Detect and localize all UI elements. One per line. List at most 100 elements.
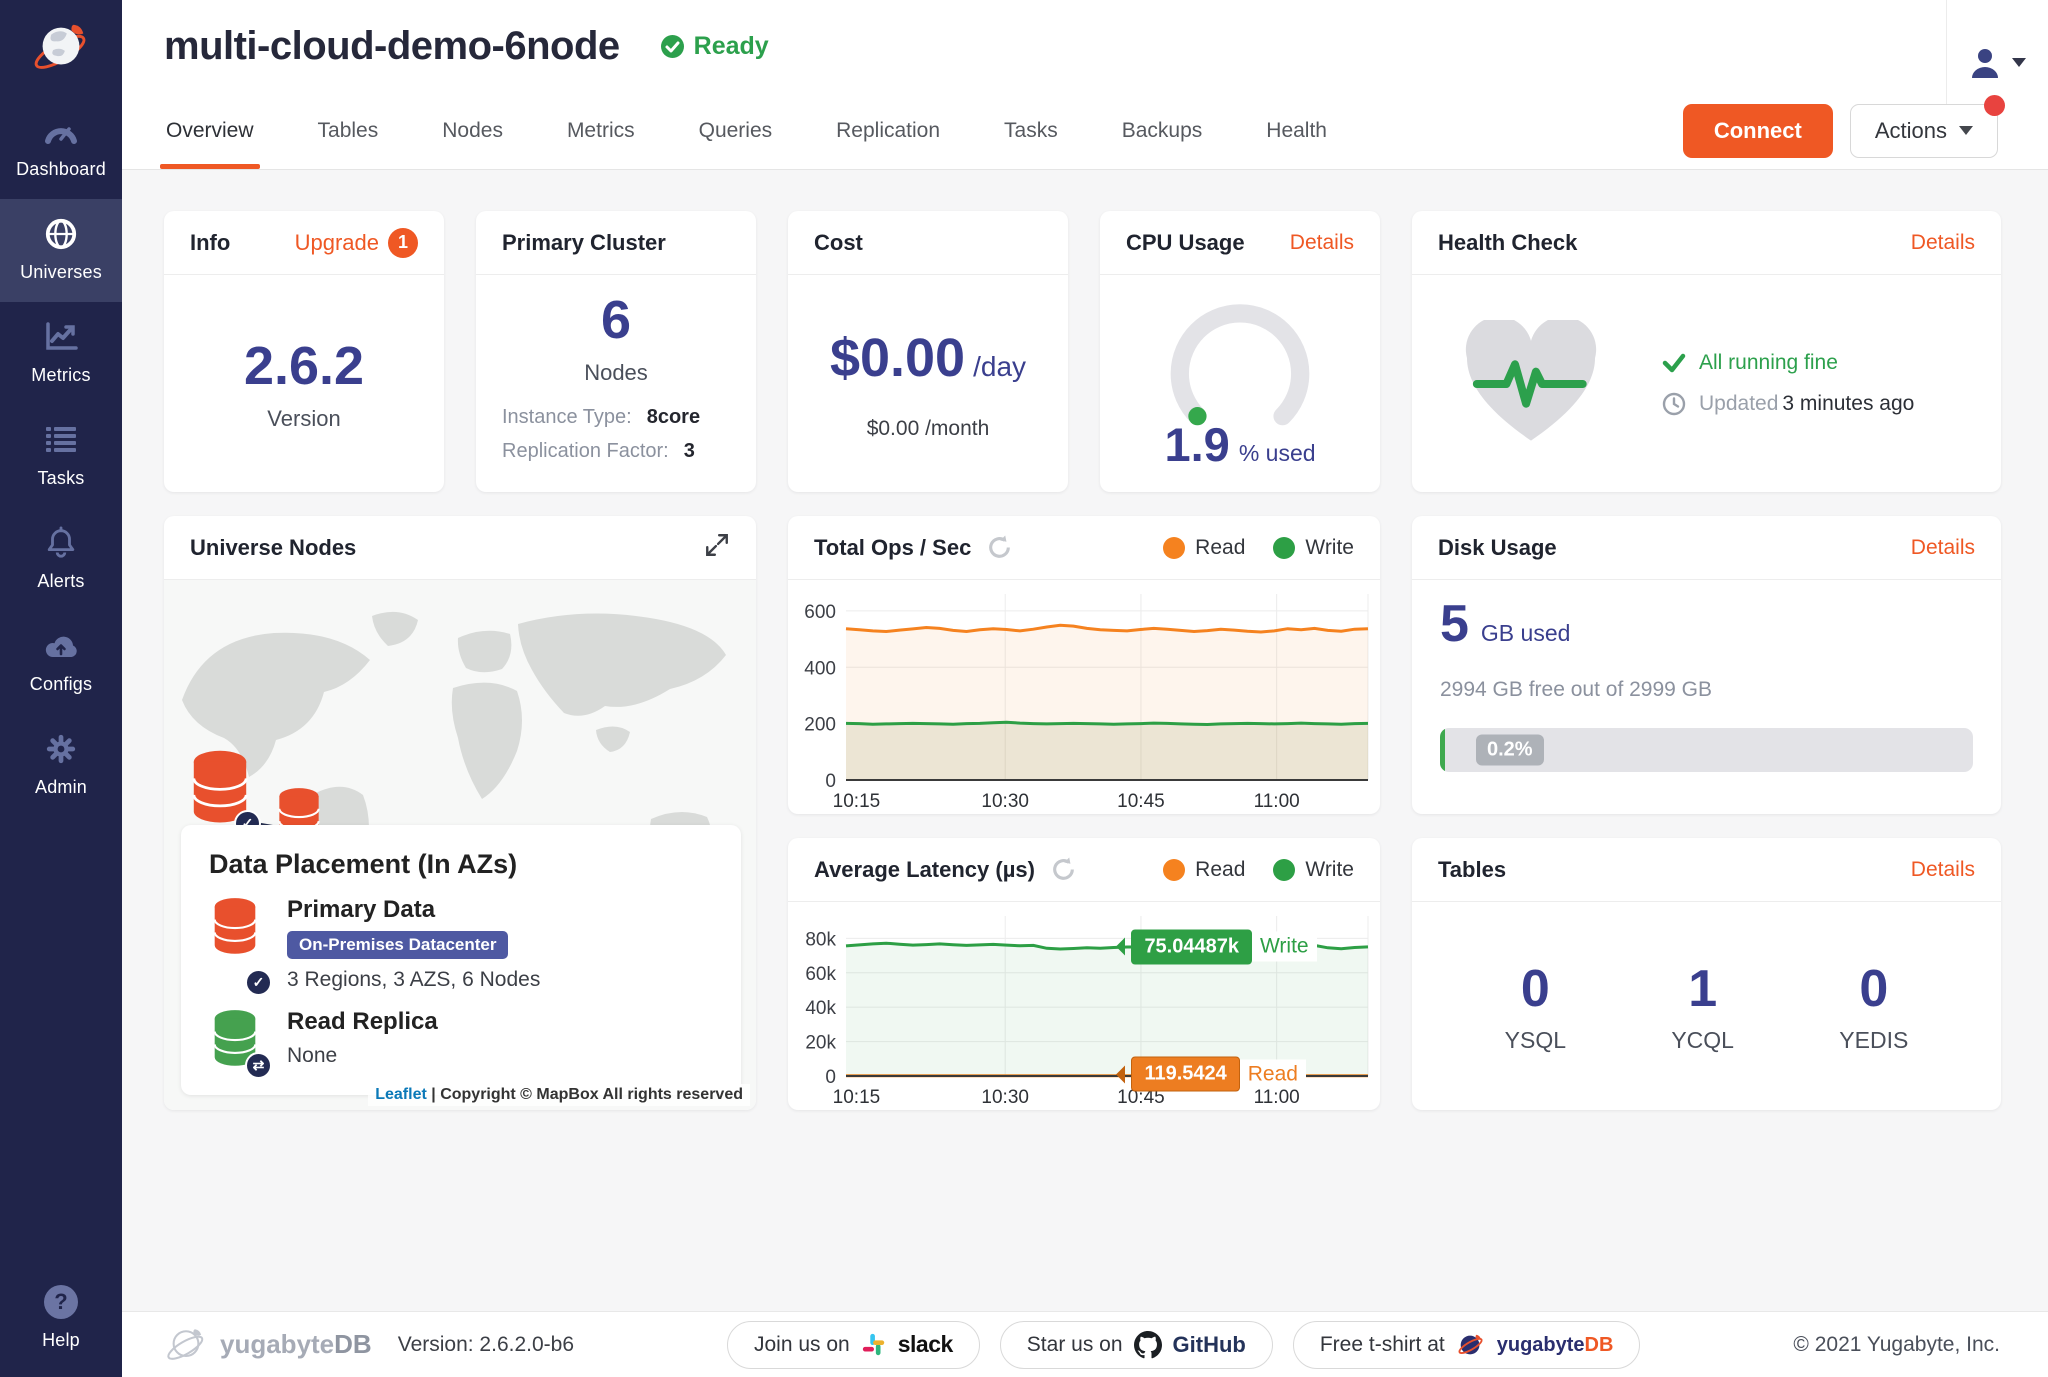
version-value: 2.6.2: [244, 335, 364, 397]
write-dot-icon: [1273, 859, 1295, 881]
universe-nodes-card: Universe Nodes: [164, 516, 756, 1110]
actions-label: Actions: [1875, 118, 1947, 144]
svg-text:20k: 20k: [805, 1033, 836, 1054]
svg-text:11:00: 11:00: [1254, 791, 1300, 812]
cost-per-month: $0.00 /month: [867, 417, 990, 441]
sidebar-item-admin[interactable]: Admin: [0, 714, 122, 817]
svg-text:11:00: 11:00: [1254, 1087, 1300, 1108]
main-area: multi-cloud-demo-6node Ready Overview Ta…: [122, 0, 2048, 1377]
svg-text:0: 0: [825, 1067, 836, 1088]
connect-button[interactable]: Connect: [1683, 104, 1833, 158]
cpu-unit: % used: [1239, 440, 1316, 466]
primary-data-info: 3 Regions, 3 AZS, 6 Nodes: [287, 968, 540, 992]
tab-nodes[interactable]: Nodes: [442, 92, 503, 169]
cpu-details-link[interactable]: Details: [1290, 231, 1354, 255]
leaflet-link[interactable]: Leaflet: [375, 1086, 427, 1103]
ycql-count: 1 YCQL: [1671, 959, 1734, 1054]
task-list-icon: [44, 422, 78, 458]
cloud-upload-icon: [42, 628, 80, 664]
updated-label: Updated: [1699, 392, 1778, 415]
sidebar-item-label: Alerts: [37, 571, 84, 592]
upgrade-link[interactable]: Upgrade 1: [295, 228, 418, 258]
node-marker-primary: ✓: [186, 748, 254, 833]
cost-per-day: $0.00: [830, 328, 965, 388]
disk-progress-fill: [1440, 728, 1445, 772]
card-title: Average Latency (µs): [814, 857, 1035, 883]
total-ops-chart: 020040060010:1510:3010:4511:00: [788, 580, 1380, 814]
clock-icon: [1662, 392, 1686, 416]
expand-icon[interactable]: [704, 532, 730, 563]
line-chart-icon: [43, 319, 79, 355]
tab-backups[interactable]: Backups: [1122, 92, 1203, 169]
sidebar-item-label: Universes: [20, 262, 102, 283]
health-details-link[interactable]: Details: [1911, 231, 1975, 255]
upgrade-label: Upgrade: [295, 230, 379, 256]
svg-text:10:15: 10:15: [833, 791, 881, 812]
planet-rocket-logo-icon: [30, 17, 92, 79]
updated-value: 3 minutes ago: [1782, 392, 1914, 415]
disk-usage-card: Disk Usage Details 5GB used 2994 GB free…: [1412, 516, 2001, 814]
tshirt-button[interactable]: Free t-shirt at yugabyteDB: [1293, 1321, 1641, 1369]
disk-details-link[interactable]: Details: [1911, 536, 1975, 560]
header-actions: Connect Actions: [1683, 104, 1998, 158]
cpu-value: 1.9% used: [1100, 417, 1380, 472]
yedis-count: 0 YEDIS: [1839, 959, 1908, 1054]
replication-factor-row: Replication Factor: 3: [502, 440, 730, 463]
datacenter-badge: On-Premises Datacenter: [287, 931, 508, 959]
cost-card: Cost $0.00/day $0.00 /month: [788, 211, 1068, 492]
sidebar-item-configs[interactable]: Configs: [0, 611, 122, 714]
tab-overview[interactable]: Overview: [166, 92, 254, 169]
app-root: Dashboard Universes Metrics Tasks Alerts: [0, 0, 2048, 1377]
read-dot-icon: [1163, 859, 1185, 881]
cpu-usage-card: CPU Usage Details 1.9% used: [1100, 211, 1380, 492]
actions-dropdown-button[interactable]: Actions: [1850, 104, 1998, 158]
svg-text:10:30: 10:30: [981, 791, 1029, 812]
world-map[interactable]: ✓ ✓ Data Placement (In AZs) ✓: [164, 580, 756, 1110]
ready-check-icon: [660, 34, 685, 59]
sidebar-item-dashboard[interactable]: Dashboard: [0, 96, 122, 199]
footer-copyright: © 2021 Yugabyte, Inc.: [1793, 1333, 2000, 1357]
svg-text:10:15: 10:15: [833, 1087, 881, 1108]
sidebar-item-universes[interactable]: Universes: [0, 199, 122, 302]
refresh-icon[interactable]: [986, 534, 1013, 561]
footer-buttons: Join us on slack Star us on GitHub Free …: [727, 1321, 1640, 1369]
tab-tasks[interactable]: Tasks: [1004, 92, 1058, 169]
tab-replication[interactable]: Replication: [836, 92, 940, 169]
slack-icon: [861, 1332, 887, 1358]
tab-queries[interactable]: Queries: [699, 92, 773, 169]
info-card: Info Upgrade 1 2.6.2 Version: [164, 211, 444, 492]
tab-health[interactable]: Health: [1266, 92, 1327, 169]
map-attribution: Leaflet | Copyright © MapBox All rights …: [368, 1084, 750, 1106]
disk-free-text: 2994 GB free out of 2999 GB: [1440, 678, 1973, 702]
yugabyte-mini-logo-icon: [1456, 1330, 1486, 1360]
refresh-icon[interactable]: [1050, 856, 1077, 883]
notification-dot: [1984, 95, 2005, 116]
ysql-count: 0 YSQL: [1505, 959, 1566, 1054]
tables-details-link[interactable]: Details: [1911, 858, 1975, 882]
primary-cluster-card: Primary Cluster 6 Nodes Instance Type: 8…: [476, 211, 756, 492]
health-check-card: Health Check Details All running fine: [1412, 211, 2001, 492]
slack-button[interactable]: Join us on slack: [727, 1321, 980, 1369]
help-icon: ?: [44, 1284, 78, 1320]
card-title: Total Ops / Sec: [814, 535, 971, 561]
sidebar-item-alerts[interactable]: Alerts: [0, 508, 122, 611]
read-dot-icon: [1163, 537, 1185, 559]
bell-icon: [44, 525, 78, 561]
legend-write: Write: [1273, 536, 1354, 560]
status-badge: Ready: [660, 32, 769, 61]
dashboard-icon: [43, 113, 79, 149]
tab-tables[interactable]: Tables: [318, 92, 379, 169]
footer-logo-icon: [164, 1323, 208, 1367]
svg-text:10:45: 10:45: [1117, 791, 1165, 812]
chart-legend: Read Write: [1163, 858, 1354, 882]
tab-metrics[interactable]: Metrics: [567, 92, 635, 169]
footer-version: Version: 2.6.2.0-b6: [398, 1333, 574, 1357]
kv-value: 8core: [647, 406, 700, 429]
nodes-label: Nodes: [584, 360, 648, 386]
sidebar-item-metrics[interactable]: Metrics: [0, 302, 122, 405]
sidebar-item-tasks[interactable]: Tasks: [0, 405, 122, 508]
read-replica-row: ⇄ Read Replica None: [209, 1008, 713, 1075]
card-title: Cost: [814, 230, 863, 256]
github-button[interactable]: Star us on GitHub: [1000, 1321, 1273, 1369]
sidebar-item-help[interactable]: ? Help: [0, 1267, 122, 1377]
